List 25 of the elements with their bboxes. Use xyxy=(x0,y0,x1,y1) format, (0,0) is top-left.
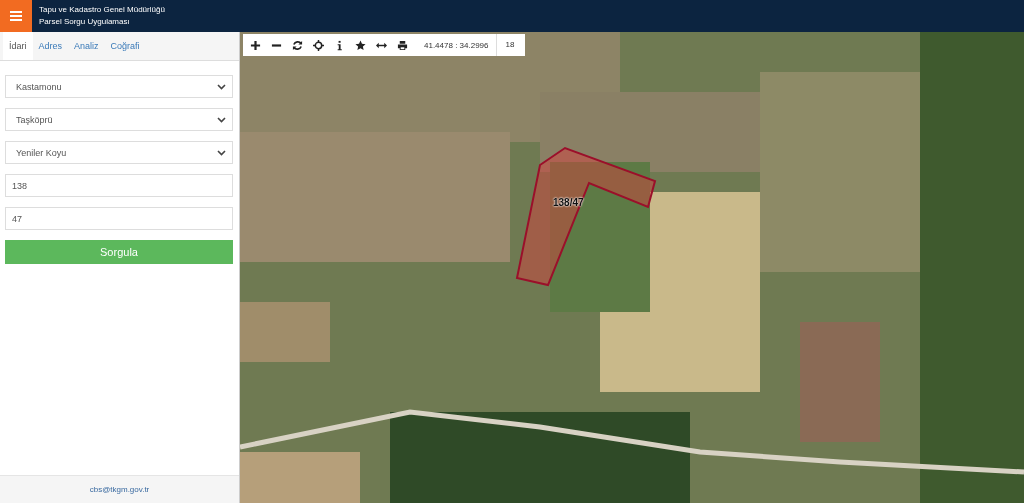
chevron-down-icon xyxy=(217,149,226,156)
input-field[interactable]: 47 xyxy=(5,207,233,230)
star-icon xyxy=(355,39,366,51)
parcel-polygon[interactable] xyxy=(515,146,657,287)
chevron-down-icon xyxy=(217,116,226,123)
input-field[interactable]: 138 xyxy=(5,174,233,197)
refresh-icon xyxy=(292,39,303,51)
crosshair-icon xyxy=(313,39,324,51)
printer-icon xyxy=(397,39,408,51)
menu-icon xyxy=(10,11,22,21)
dropdown-field[interactable]: Taşköprü xyxy=(5,108,233,131)
tab[interactable]: Analiz xyxy=(68,32,105,60)
zoom-level: 18 xyxy=(495,34,524,56)
chevron-down-icon xyxy=(217,83,226,90)
contact-email: cbs@tkgm.gov.tr xyxy=(89,485,150,494)
tab[interactable]: Coğrafi xyxy=(104,32,146,60)
dropdown-field[interactable]: Kastamonu xyxy=(5,75,233,98)
app-title: Tapu ve Kadastro Genel Müdürlüğü xyxy=(39,4,165,16)
menu-button[interactable] xyxy=(0,0,32,32)
app-subtitle: Parsel Sorgu Uygulaması xyxy=(39,16,130,28)
coordinates-readout: 41.4478 : 34.2996 xyxy=(423,40,490,50)
zoom-in-icon xyxy=(250,39,261,51)
dropdown-field[interactable]: Yeniler Koyu xyxy=(5,141,233,164)
tab[interactable]: Adres xyxy=(32,32,69,60)
tab[interactable]: İdari xyxy=(3,32,33,60)
